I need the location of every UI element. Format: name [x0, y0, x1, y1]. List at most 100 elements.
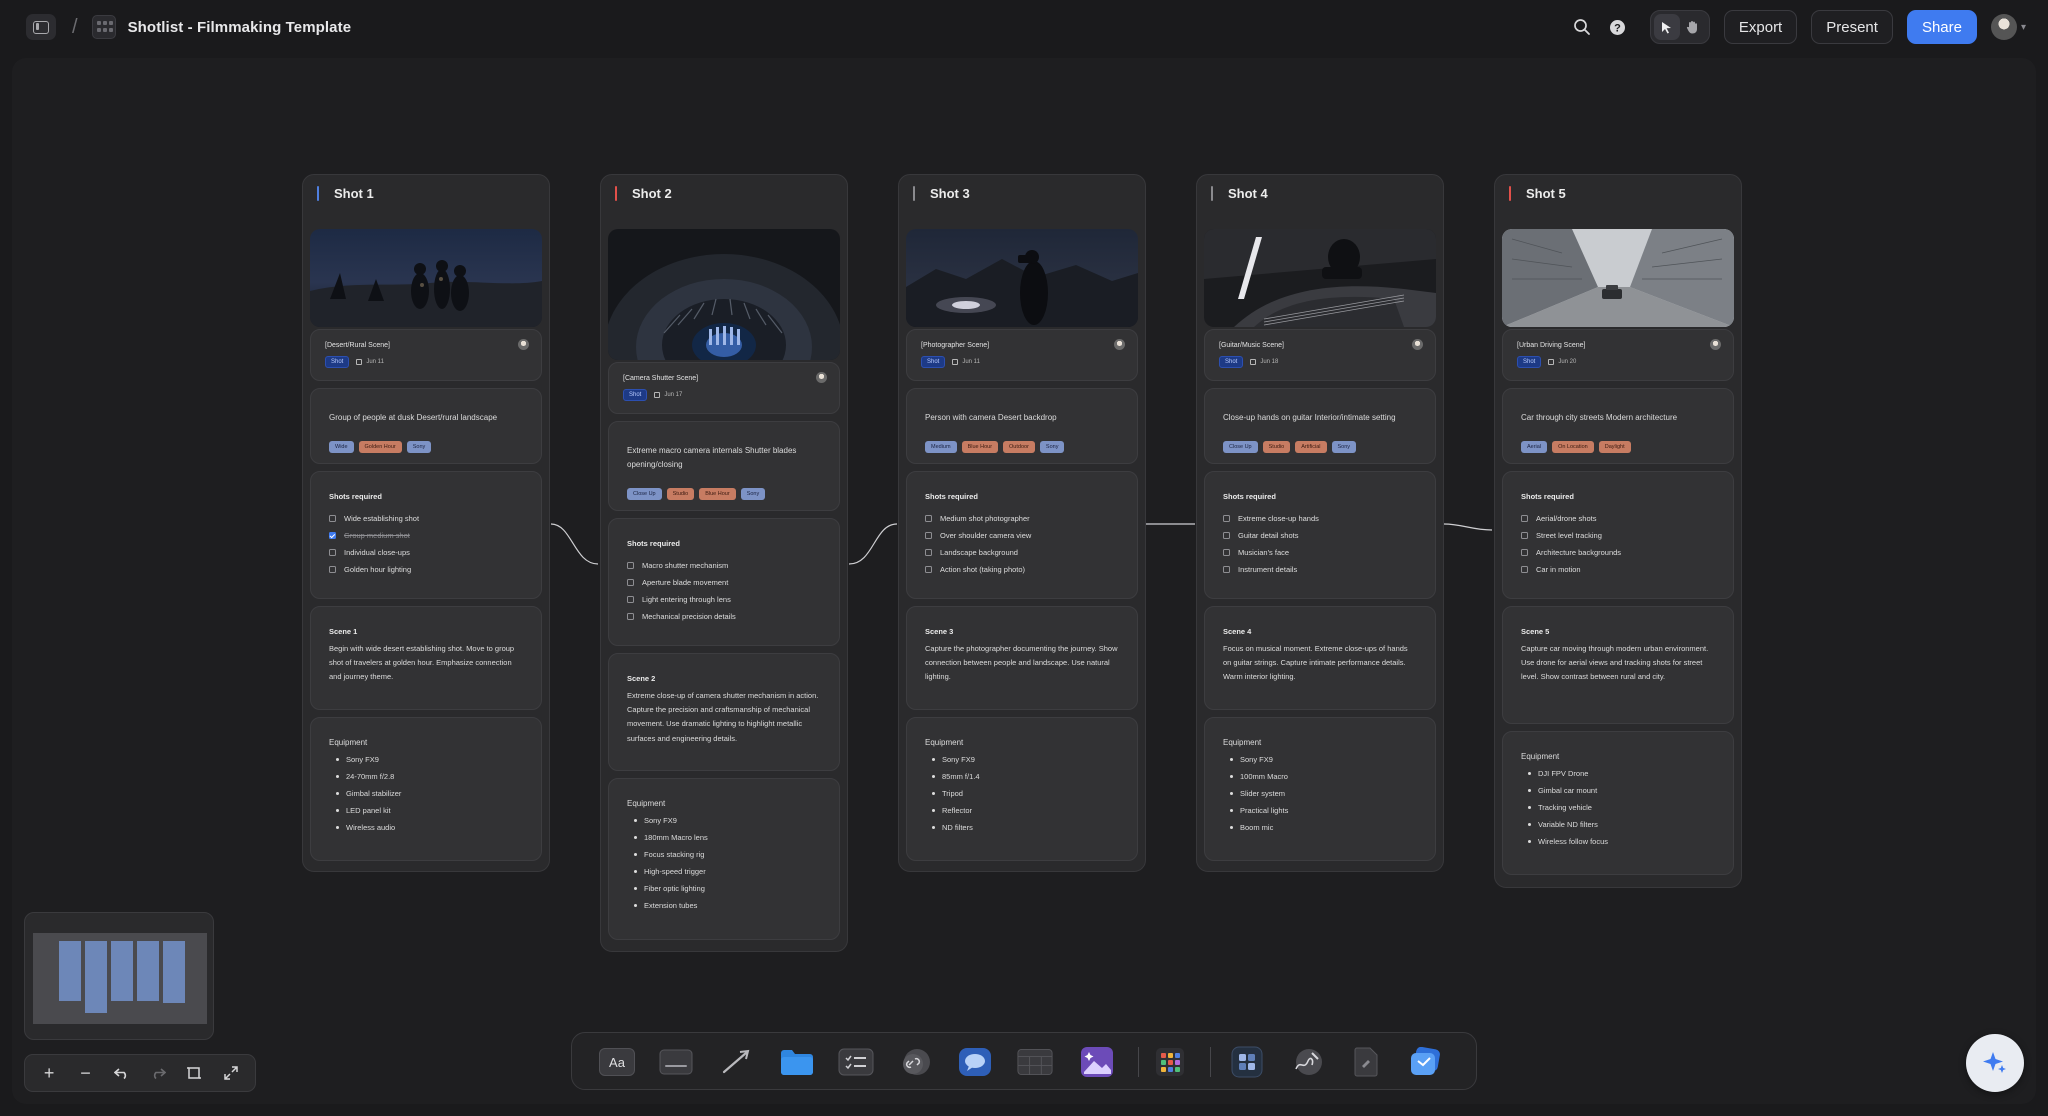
comment-tool-button[interactable]: [957, 1046, 993, 1078]
apps-tool-button[interactable]: [1152, 1046, 1188, 1078]
export-button[interactable]: Export: [1723, 10, 1798, 44]
assignee-avatar[interactable]: [518, 339, 529, 350]
tag[interactable]: On Location: [1552, 441, 1594, 453]
zoom-in-button[interactable]: +: [35, 1059, 63, 1087]
draw-tool-button[interactable]: [1289, 1046, 1325, 1078]
table-tool-button[interactable]: [1017, 1046, 1053, 1078]
checkbox[interactable]: [1223, 566, 1230, 573]
tag[interactable]: Wide: [329, 441, 354, 453]
checklist-item[interactable]: Extreme close-up hands: [1223, 510, 1319, 527]
tag[interactable]: Sony: [740, 488, 766, 500]
checklist-tool-button[interactable]: [838, 1046, 874, 1078]
tag[interactable]: Studio: [666, 488, 695, 500]
share-button[interactable]: Share: [1906, 10, 1977, 44]
assignee-avatar[interactable]: [816, 372, 827, 383]
undo-button[interactable]: [108, 1059, 136, 1087]
description-card[interactable]: Group of people at dusk Desert/rural lan…: [310, 388, 542, 464]
checkbox[interactable]: [925, 566, 932, 573]
shot-meta-card[interactable]: [Desert/Rural Scene] Shot Jun 11: [310, 329, 542, 381]
sidebar-toggle-button[interactable]: [26, 14, 56, 40]
due-date[interactable]: Jun 11: [952, 359, 980, 365]
redo-button[interactable]: [144, 1059, 172, 1087]
sticky-note-tool-button[interactable]: [658, 1046, 694, 1078]
tag[interactable]: Medium: [925, 441, 957, 453]
shots-required-card[interactable]: Shots required Macro shutter mechanism A…: [608, 518, 840, 646]
frame-title[interactable]: Shot 5: [1526, 186, 1566, 201]
tag[interactable]: Sony: [1331, 441, 1357, 453]
image-tool-button[interactable]: [1079, 1046, 1115, 1078]
fit-frame-button[interactable]: [180, 1059, 208, 1087]
link-tool-button[interactable]: [898, 1046, 934, 1078]
frame-title[interactable]: Shot 4: [1228, 186, 1268, 201]
description-card[interactable]: Extreme macro camera internals Shutter b…: [608, 421, 840, 511]
scene-card[interactable]: Scene 5 Capture car moving through moder…: [1502, 606, 1734, 724]
shot-badge[interactable]: Shot: [325, 356, 350, 368]
tag[interactable]: Sony: [406, 441, 432, 453]
minimap[interactable]: [24, 912, 214, 1040]
checklist-item[interactable]: Instrument details: [1223, 561, 1319, 578]
checkbox[interactable]: [1521, 549, 1528, 556]
shot-image[interactable]: [1502, 229, 1734, 327]
document-tool-button[interactable]: [1348, 1046, 1384, 1078]
scene-card[interactable]: Scene 4 Focus on musical moment. Extreme…: [1204, 606, 1436, 710]
tag[interactable]: Golden Hour: [358, 441, 402, 453]
scene-card[interactable]: Scene 2 Extreme close-up of camera shutt…: [608, 653, 840, 771]
checklist-item[interactable]: Individual close-ups: [329, 544, 419, 561]
equipment-card[interactable]: Equipment DJI FPV Drone Gimbal car mount…: [1502, 731, 1734, 875]
checklist-item[interactable]: Landscape background: [925, 544, 1031, 561]
checklist-item[interactable]: Aperture blade movement: [627, 574, 736, 591]
checklist-item[interactable]: Action shot (taking photo): [925, 561, 1031, 578]
user-avatar[interactable]: [1990, 14, 2017, 40]
assignee-avatar[interactable]: [1114, 339, 1125, 350]
shots-required-card[interactable]: Shots required Aerial/drone shots Street…: [1502, 471, 1734, 599]
checklist-item[interactable]: Over shoulder camera view: [925, 527, 1031, 544]
checklist-item[interactable]: Light entering through lens: [627, 591, 736, 608]
description-card[interactable]: Car through city streets Modern architec…: [1502, 388, 1734, 464]
checklist-item[interactable]: Aerial/drone shots: [1521, 510, 1621, 527]
due-date[interactable]: Jun 18: [1250, 359, 1278, 365]
hand-tool-button[interactable]: [1680, 14, 1706, 40]
checkbox[interactable]: [329, 566, 336, 573]
due-date[interactable]: Jun 11: [356, 359, 384, 365]
checkbox[interactable]: [925, 532, 932, 539]
tag[interactable]: Close Up: [1223, 441, 1258, 453]
shot-meta-card[interactable]: [Camera Shutter Scene] Shot Jun 17: [608, 362, 840, 414]
checkbox[interactable]: [627, 613, 634, 620]
shot-frame-3[interactable]: Shot 3 [Photographer Scene] Shot Jun 11 P…: [898, 174, 1146, 872]
checkbox[interactable]: [627, 596, 634, 603]
assignee-avatar[interactable]: [1412, 339, 1423, 350]
shot-frame-1[interactable]: Shot 1 [Desert/Rural Scene] Shot Jun 11 G…: [302, 174, 550, 872]
shot-badge[interactable]: Shot: [1219, 356, 1244, 368]
equipment-card[interactable]: Equipment Sony FX9 85mm f/1.4 Tripod Ref…: [906, 717, 1138, 861]
checklist-item[interactable]: Street level tracking: [1521, 527, 1621, 544]
due-date[interactable]: Jun 20: [1548, 359, 1576, 365]
chevron-down-icon[interactable]: ▾: [2021, 22, 2026, 33]
fullscreen-button[interactable]: [217, 1059, 245, 1087]
shot-badge[interactable]: Shot: [623, 389, 648, 401]
shot-badge[interactable]: Shot: [1517, 356, 1542, 368]
frame-tool-button[interactable]: [1229, 1046, 1265, 1078]
search-button[interactable]: [1568, 13, 1596, 41]
shot-frame-2[interactable]: Shot 2 [Camera Shutter Scene] Shot Jun 17…: [600, 174, 848, 952]
shot-meta-card[interactable]: [Photographer Scene] Shot Jun 11: [906, 329, 1138, 381]
ai-assistant-button[interactable]: [1966, 1034, 2024, 1092]
checkbox[interactable]: [1223, 532, 1230, 539]
shot-meta-card[interactable]: [Urban Driving Scene] Shot Jun 20: [1502, 329, 1734, 381]
checkbox[interactable]: [627, 562, 634, 569]
description-card[interactable]: Person with camera Desert backdrop Mediu…: [906, 388, 1138, 464]
checkbox[interactable]: [329, 549, 336, 556]
checkbox[interactable]: [1521, 566, 1528, 573]
checkbox[interactable]: [329, 515, 336, 522]
checkbox[interactable]: [627, 579, 634, 586]
shot-badge[interactable]: Shot: [921, 356, 946, 368]
shot-frame-5[interactable]: Shot 5 [Urban Driving Scene] Shot Jun 20 …: [1494, 174, 1742, 888]
shot-image[interactable]: [608, 229, 840, 360]
folder-tool-button[interactable]: [779, 1046, 815, 1078]
checkbox[interactable]: [1223, 515, 1230, 522]
frame-title[interactable]: Shot 2: [632, 186, 672, 201]
checklist-item[interactable]: Car in motion: [1521, 561, 1621, 578]
checklist-item[interactable]: Guitar detail shots: [1223, 527, 1319, 544]
tag[interactable]: Outdoor: [1003, 441, 1035, 453]
tag[interactable]: Daylight: [1598, 441, 1631, 453]
frame-title[interactable]: Shot 3: [930, 186, 970, 201]
